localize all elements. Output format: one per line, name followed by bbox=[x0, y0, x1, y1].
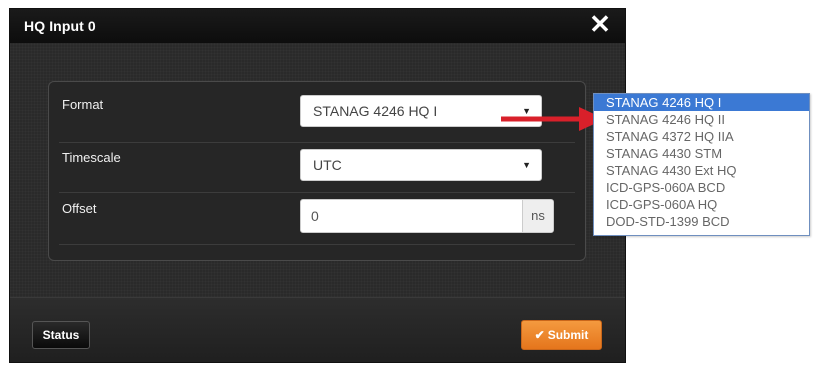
dialog-footer: Status ✔ Submit bbox=[10, 297, 625, 362]
dropdown-option[interactable]: ICD-GPS-060A HQ bbox=[594, 196, 809, 213]
dialog-header: HQ Input 0 ✕ bbox=[10, 9, 625, 44]
chevron-down-icon: ▼ bbox=[522, 160, 531, 170]
offset-input-value: 0 bbox=[311, 208, 319, 224]
dialog-body: Format STANAG 4246 HQ I ▼ Timescale UTC … bbox=[10, 43, 625, 297]
timescale-select[interactable]: UTC ▼ bbox=[300, 149, 542, 181]
offset-unit-addon: ns bbox=[522, 200, 553, 232]
dropdown-option[interactable]: STANAG 4246 HQ I bbox=[594, 94, 809, 111]
dropdown-option[interactable]: STANAG 4430 STM bbox=[594, 145, 809, 162]
timescale-row: Timescale UTC ▼ bbox=[49, 142, 585, 192]
dropdown-option[interactable]: ICD-GPS-060A BCD bbox=[594, 179, 809, 196]
offset-input[interactable]: 0 ns bbox=[300, 199, 554, 233]
dropdown-option[interactable]: DOD-STD-1399 BCD bbox=[594, 213, 809, 230]
submit-button[interactable]: ✔ Submit bbox=[521, 320, 602, 350]
dropdown-option[interactable]: STANAG 4372 HQ IIA bbox=[594, 128, 809, 145]
format-select-value: STANAG 4246 HQ I bbox=[313, 103, 438, 119]
offset-row: Offset 0 ns bbox=[49, 192, 585, 242]
dropdown-option[interactable]: STANAG 4430 Ext HQ bbox=[594, 162, 809, 179]
timescale-select-value: UTC bbox=[313, 157, 342, 173]
dialog-title: HQ Input 0 bbox=[24, 18, 96, 34]
status-button[interactable]: Status bbox=[32, 321, 90, 349]
check-icon: ✔ bbox=[534, 328, 545, 342]
close-icon[interactable]: ✕ bbox=[587, 11, 613, 37]
hq-input-dialog: HQ Input 0 ✕ Format STANAG 4246 HQ I ▼ T… bbox=[9, 8, 626, 363]
offset-label: Offset bbox=[62, 201, 97, 216]
timescale-label: Timescale bbox=[62, 150, 121, 165]
format-label: Format bbox=[62, 97, 104, 112]
format-dropdown-list: STANAG 4246 HQ I STANAG 4246 HQ II STANA… bbox=[593, 93, 810, 236]
submit-button-label: Submit bbox=[547, 328, 589, 342]
dropdown-option[interactable]: STANAG 4246 HQ II bbox=[594, 111, 809, 128]
row-divider bbox=[59, 244, 575, 245]
